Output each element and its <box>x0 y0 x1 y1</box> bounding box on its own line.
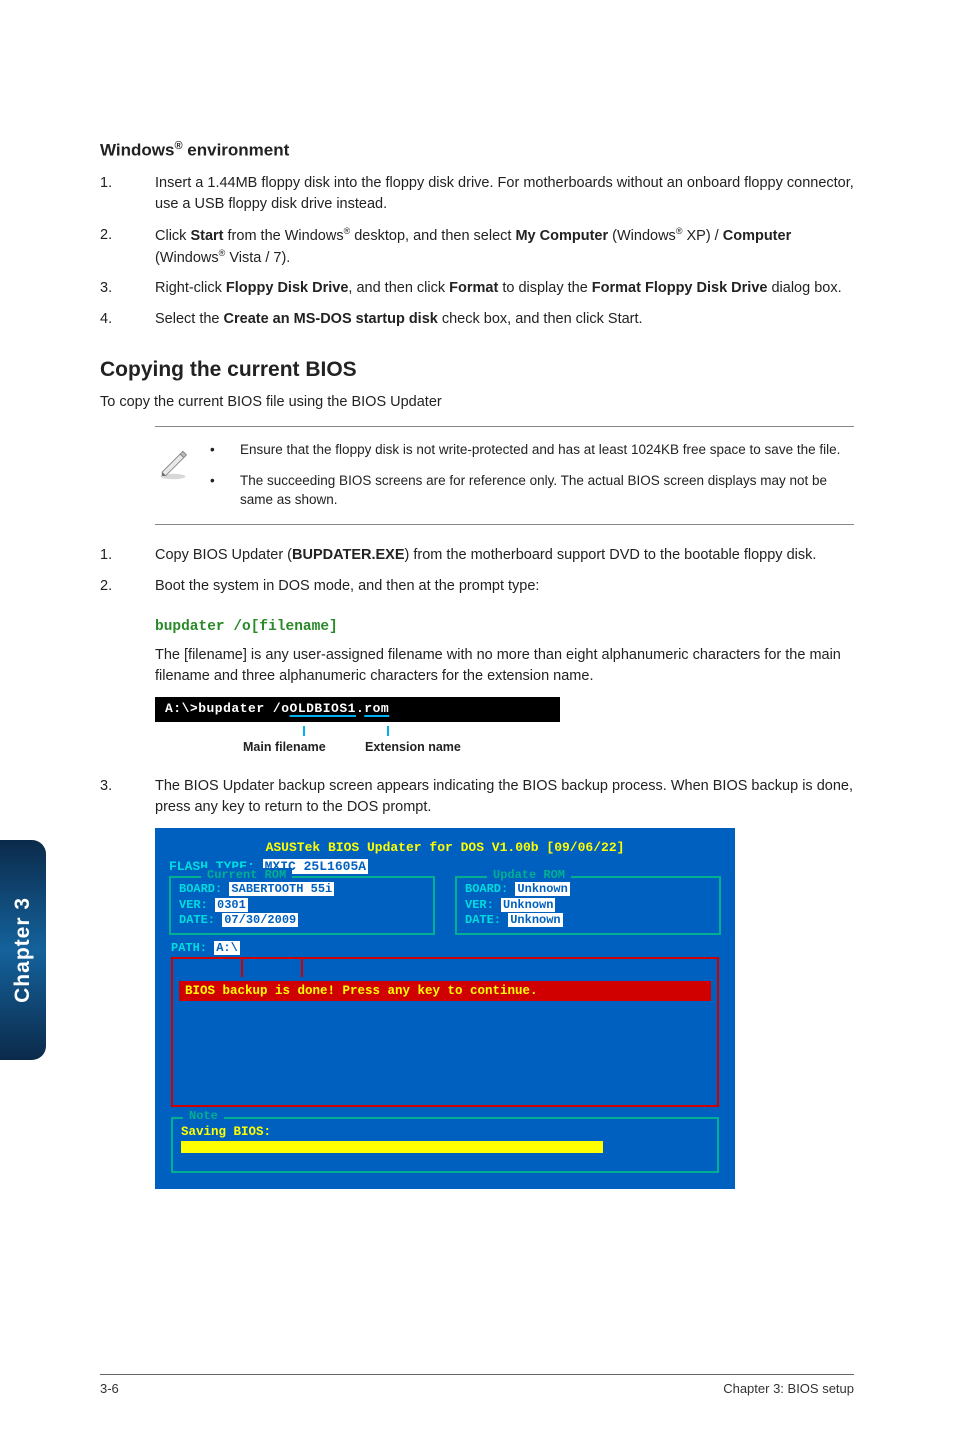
date-value: 07/30/2009 <box>222 913 298 927</box>
list-item: 3. The BIOS Updater backup screen appear… <box>100 776 854 818</box>
note-frame: Note Saving BIOS: <box>171 1117 719 1173</box>
code-command: bupdater /o[filename] <box>155 619 854 635</box>
ver-row: VER: Unknown <box>465 898 711 914</box>
filename-description-row: The [filename] is any user-assigned file… <box>100 645 854 687</box>
saving-bios-label: Saving BIOS: <box>181 1125 709 1139</box>
item-number: 4. <box>100 309 155 330</box>
tick-icon <box>303 726 305 736</box>
bullet: • <box>210 441 240 460</box>
tick-icon <box>387 726 389 736</box>
item-number: 3. <box>100 278 155 299</box>
chapter-tab-label: Chapter 3 <box>11 897 35 1003</box>
backup-done-banner: BIOS backup is done! Press any key to co… <box>179 981 711 1001</box>
heading-sup: ® <box>174 140 182 152</box>
copying-bios-heading: Copying the current BIOS <box>100 358 854 382</box>
page: Windows® environment 1. Insert a 1.44MB … <box>0 0 954 1189</box>
board-row: BOARD: Unknown <box>465 882 711 898</box>
env-steps-list: 1. Insert a 1.44MB floppy disk into the … <box>100 173 854 331</box>
list-item: 2. Click Start from the Windows® desktop… <box>100 225 854 269</box>
item-number: 1. <box>100 545 155 566</box>
date-row: DATE: 07/30/2009 <box>179 913 425 929</box>
note-box: • Ensure that the floppy disk is not wri… <box>155 426 854 525</box>
current-rom-legend: Current ROM <box>201 868 292 882</box>
column-dividers <box>173 959 717 977</box>
note-text: Ensure that the floppy disk is not write… <box>240 441 840 460</box>
heading-pre: Windows <box>100 141 174 160</box>
bullet: • <box>210 472 240 510</box>
item-text: The BIOS Updater backup screen appears i… <box>155 776 854 818</box>
board-value: Unknown <box>515 882 569 896</box>
terminal-extension: rom <box>364 701 389 716</box>
path-row: PATH: A:\ <box>171 941 719 955</box>
note-body: • Ensure that the floppy disk is not wri… <box>210 441 854 510</box>
item-text: Click Start from the Windows® desktop, a… <box>155 225 854 269</box>
list-item: 2. Boot the system in DOS mode, and then… <box>100 576 854 597</box>
terminal-output: A:\>bupdater /oOLDBIOS1.rom <box>155 697 560 722</box>
list-item: 1. Insert a 1.44MB floppy disk into the … <box>100 173 854 215</box>
current-rom-panel: Current ROM BOARD: SABERTOOTH 55i VER: 0… <box>169 876 435 935</box>
ver-row: VER: 0301 <box>179 898 425 914</box>
page-footer: 3-6 Chapter 3: BIOS setup <box>100 1374 854 1396</box>
date-row: DATE: Unknown <box>465 913 711 929</box>
page-number: 3-6 <box>100 1381 119 1396</box>
heading-post: environment <box>183 141 290 160</box>
bios-updater-screen: ASUSTek BIOS Updater for DOS V1.00b [09/… <box>155 828 735 1189</box>
rom-panels: Current ROM BOARD: SABERTOOTH 55i VER: 0… <box>169 876 721 935</box>
list-item: 4. Select the Create an MS-DOS startup d… <box>100 309 854 330</box>
date-value: Unknown <box>508 913 562 927</box>
item-text: Select the Create an MS-DOS startup disk… <box>155 309 854 330</box>
note-item: • Ensure that the floppy disk is not wri… <box>210 441 854 460</box>
windows-env-heading: Windows® environment <box>100 140 854 161</box>
note-legend: Note <box>183 1109 224 1123</box>
item-number: 2. <box>100 225 155 269</box>
terminal-labels: Main filename Extension name <box>155 726 854 766</box>
filename-description: The [filename] is any user-assigned file… <box>155 645 854 687</box>
ver-value: Unknown <box>501 898 555 912</box>
list-item: 3. Right-click Floppy Disk Drive, and th… <box>100 278 854 299</box>
ver-value: 0301 <box>215 898 248 912</box>
terminal-prefix: A:\>bupdater /o <box>165 701 290 716</box>
item-number: 2. <box>100 576 155 597</box>
item-number: 1. <box>100 173 155 215</box>
terminal-main-filename: OLDBIOS1 <box>290 701 356 716</box>
intro-text: To copy the current BIOS file using the … <box>100 394 854 410</box>
item-number: 3. <box>100 776 155 818</box>
path-label: PATH: <box>171 941 214 955</box>
progress-bar <box>181 1141 603 1153</box>
pencil-note-icon <box>155 441 210 510</box>
item-text: Insert a 1.44MB floppy disk into the flo… <box>155 173 854 215</box>
board-value: SABERTOOTH 55i <box>229 882 334 896</box>
extension-name-label: Extension name <box>365 740 461 754</box>
note-text: The succeeding BIOS screens are for refe… <box>240 472 854 510</box>
spacer <box>100 645 155 687</box>
list-item: 1. Copy BIOS Updater (BUPDATER.EXE) from… <box>100 545 854 566</box>
chapter-tab: Chapter 3 <box>0 840 46 1060</box>
update-rom-legend: Update ROM <box>487 868 571 882</box>
list-frame: BIOS backup is done! Press any key to co… <box>171 957 719 1107</box>
footer-chapter: Chapter 3: BIOS setup <box>723 1381 854 1396</box>
item-text: Boot the system in DOS mode, and then at… <box>155 576 854 597</box>
board-row: BOARD: SABERTOOTH 55i <box>179 882 425 898</box>
bios-title: ASUSTek BIOS Updater for DOS V1.00b [09/… <box>169 840 721 855</box>
path-value: A:\ <box>214 941 240 955</box>
update-rom-panel: Update ROM BOARD: Unknown VER: Unknown D… <box>455 876 721 935</box>
main-filename-label: Main filename <box>243 740 326 754</box>
copy-steps-list: 1. Copy BIOS Updater (BUPDATER.EXE) from… <box>100 545 854 597</box>
note-item: • The succeeding BIOS screens are for re… <box>210 472 854 510</box>
item-text: Right-click Floppy Disk Drive, and then … <box>155 278 854 299</box>
item-text: Copy BIOS Updater (BUPDATER.EXE) from th… <box>155 545 854 566</box>
